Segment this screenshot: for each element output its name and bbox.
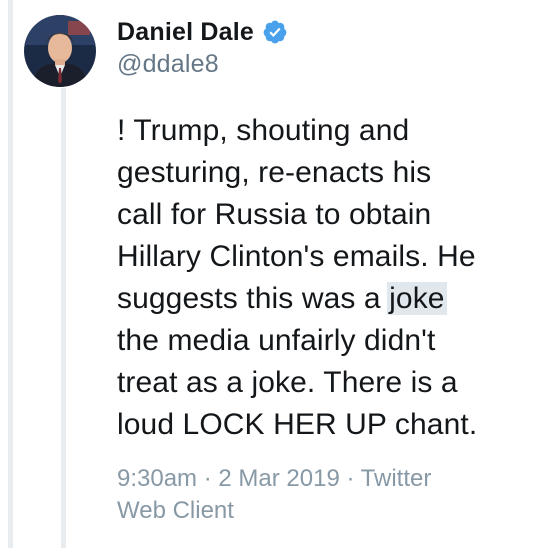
highlighted-word: joke	[387, 282, 447, 315]
tweet-line: loud LOCK HER UP chant.	[117, 408, 478, 441]
tweet-line: the media unfairly didn't	[117, 324, 436, 357]
tweet-line: Hillary Clinton's emails. He	[117, 240, 476, 273]
tweet-text: ! Trump, shouting and gesturing, re-enac…	[117, 110, 537, 446]
name-row: Daniel Dale	[117, 15, 288, 49]
tweet-line: gesturing, re-enacts his	[117, 156, 432, 189]
tweet-line: call for Russia to obtain	[117, 198, 432, 231]
user-handle[interactable]: @ddale8	[117, 50, 288, 79]
tweet-card: Daniel Dale @ddale8 ! Trump, shouting an…	[0, 0, 550, 548]
tweet-line: treat as a joke. There is a	[117, 366, 458, 399]
verified-badge-icon	[262, 19, 288, 45]
avatar[interactable]	[24, 15, 96, 87]
tweet-line: ! Trump, shouting and	[117, 114, 410, 147]
tweet-header: Daniel Dale @ddale8	[117, 15, 288, 79]
tweet-line-text: suggests this was a	[117, 282, 390, 315]
source-client[interactable]: Web Client	[117, 495, 537, 527]
avatar-photo-icon	[24, 15, 96, 87]
tweet-metadata: 9:30am · 2 Mar 2019 · Twitter Web Client	[117, 463, 537, 527]
display-name[interactable]: Daniel Dale	[117, 18, 254, 47]
timestamp-source[interactable]: 9:30am · 2 Mar 2019 · Twitter	[117, 463, 537, 495]
tweet-line-with-highlight: suggests this was a joke	[117, 278, 537, 320]
